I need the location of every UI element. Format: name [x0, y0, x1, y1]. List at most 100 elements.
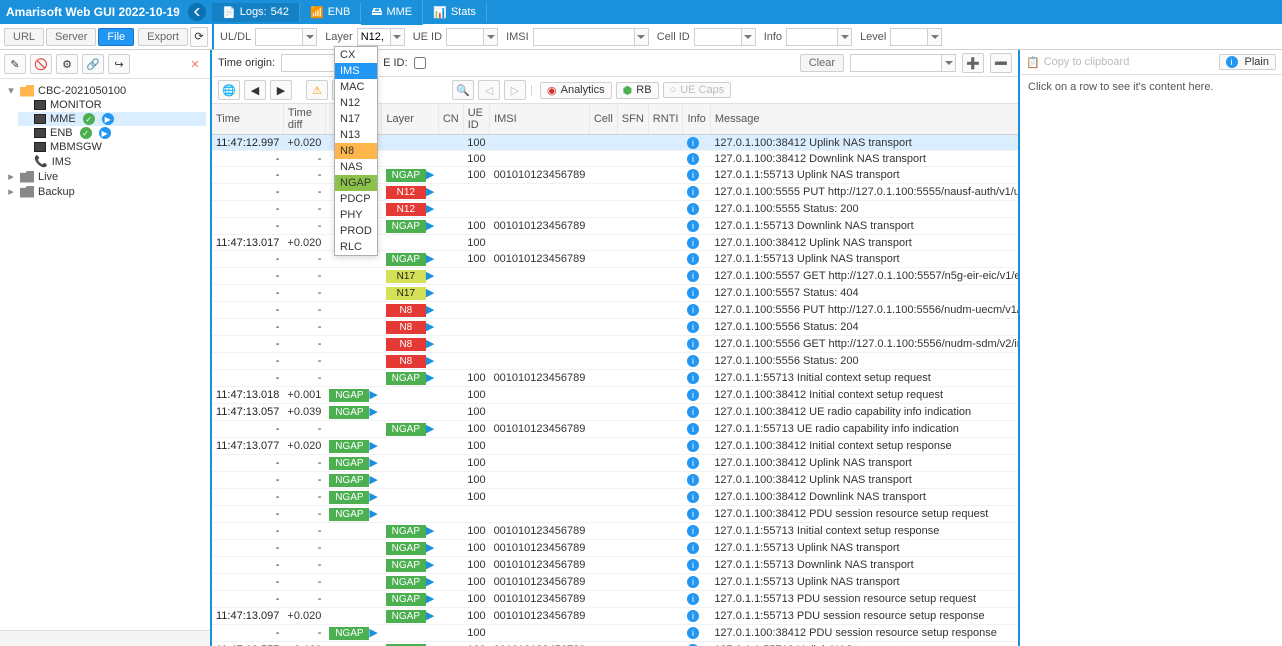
tree-enb[interactable]: ENB✓▶: [18, 126, 206, 140]
col-imsi[interactable]: IMSI: [490, 104, 590, 135]
log-row[interactable]: --NGAP▶100i127.0.1.100:38412 PDU session…: [212, 625, 1018, 642]
chevron-down-icon[interactable]: [741, 29, 755, 45]
clear-input[interactable]: [851, 57, 941, 69]
imsi-input[interactable]: [534, 31, 634, 43]
scrollbar[interactable]: [0, 630, 210, 646]
log-row[interactable]: 11:47:13.017+0.020▶100i127.0.1.100:38412…: [212, 235, 1018, 251]
col-sfn[interactable]: SFN: [617, 104, 648, 135]
log-row[interactable]: --N8▶i127.0.1.100:5556 GET http://127.0.…: [212, 336, 1018, 353]
tab-enb[interactable]: 📶 ENB: [300, 3, 361, 22]
log-row[interactable]: --N12▶i127.0.1.100:5555 Status: 200: [212, 201, 1018, 218]
chevron-down-icon[interactable]: [634, 29, 648, 45]
collapse-sidebar-button[interactable]: [188, 3, 206, 21]
chevron-down-icon[interactable]: [941, 55, 955, 71]
file-button[interactable]: File: [98, 28, 134, 46]
log-row[interactable]: 11:47:13.057+0.039NGAP▶100i127.0.1.100:3…: [212, 404, 1018, 421]
log-row[interactable]: --NGAP▶100i127.0.1.100:38412 Downlink NA…: [212, 489, 1018, 506]
layer-option-n12[interactable]: N12: [335, 95, 377, 111]
stop-icon[interactable]: 🚫: [30, 54, 52, 74]
layer-option-nas[interactable]: NAS: [335, 159, 377, 175]
tree-monitor[interactable]: MONITOR: [18, 98, 206, 112]
log-row[interactable]: --NGAP▶i127.0.1.100:38412 PDU session re…: [212, 506, 1018, 523]
log-row[interactable]: --N8▶i127.0.1.100:5556 PUT http://127.0.…: [212, 302, 1018, 319]
tree-mme[interactable]: MME✓▶: [18, 112, 206, 126]
uldl-input[interactable]: [256, 31, 302, 43]
chevron-down-icon[interactable]: [483, 29, 497, 45]
tree-mbmsgw[interactable]: MBMSGW: [18, 140, 206, 154]
col-info[interactable]: Info: [683, 104, 710, 135]
layer-option-rlc[interactable]: RLC: [335, 239, 377, 255]
col-cn[interactable]: CN: [438, 104, 463, 135]
info-combo[interactable]: [786, 28, 852, 46]
tree-root[interactable]: ▾CBC-2021050100: [4, 83, 206, 98]
log-row[interactable]: --NGAP▶100001010123456789i127.0.1.1:5571…: [212, 370, 1018, 387]
next-icon[interactable]: ▶: [270, 80, 292, 100]
url-button[interactable]: URL: [4, 28, 44, 46]
log-row[interactable]: --NGAP▶100001010123456789i127.0.1.1:5571…: [212, 421, 1018, 438]
remove-icon[interactable]: ➖: [990, 53, 1012, 73]
log-row[interactable]: --NGAP▶100001010123456789i127.0.1.1:5571…: [212, 251, 1018, 268]
uldl-combo[interactable]: [255, 28, 317, 46]
eid-checkbox[interactable]: [414, 57, 426, 69]
tab-stats[interactable]: 📊 Stats: [423, 3, 487, 22]
log-row[interactable]: --NGAP▶100001010123456789i127.0.1.1:5571…: [212, 574, 1018, 591]
analytics-button[interactable]: ◉Analytics: [540, 82, 612, 99]
ueid-combo[interactable]: [446, 28, 498, 46]
level-combo[interactable]: [890, 28, 942, 46]
log-row[interactable]: --NGAP▶100001010123456789i127.0.1.1:5571…: [212, 591, 1018, 608]
add-icon[interactable]: ➕: [962, 53, 984, 73]
chevron-down-icon[interactable]: [837, 29, 851, 45]
warning-icon[interactable]: ⚠: [306, 80, 328, 100]
log-row[interactable]: --N17▶i127.0.1.100:5557 Status: 404: [212, 285, 1018, 302]
prev-icon[interactable]: ◀: [244, 80, 266, 100]
log-row[interactable]: 11:47:13.097+0.020NGAP▶10000101012345678…: [212, 608, 1018, 625]
log-row[interactable]: --NGAP▶100001010123456789i127.0.1.1:5571…: [212, 557, 1018, 574]
tab-logs[interactable]: 📄 Logs: 542: [212, 3, 300, 22]
link-icon[interactable]: 🔗: [82, 54, 104, 74]
chevron-down-icon[interactable]: [927, 29, 941, 45]
tab-mme[interactable]: 🖴 MME: [361, 0, 423, 25]
rb-button[interactable]: ⬢RB: [616, 82, 659, 99]
log-row[interactable]: --N12▶i127.0.1.100:5555 PUT http://127.0…: [212, 184, 1018, 201]
clear-button[interactable]: Clear: [800, 54, 844, 72]
layer-option-prod[interactable]: PROD: [335, 223, 377, 239]
refresh-icon[interactable]: ⟳: [190, 27, 208, 47]
layer-option-ngap[interactable]: NGAP: [335, 175, 377, 191]
layer-option-mac[interactable]: MAC: [335, 79, 377, 95]
log-row[interactable]: --NGAP▶100001010123456789i127.0.1.1:5571…: [212, 218, 1018, 235]
layer-input[interactable]: [358, 31, 390, 43]
tree-backup[interactable]: ▸Backup: [4, 184, 206, 199]
log-row[interactable]: --NGAP▶100001010123456789i127.0.1.1:5571…: [212, 540, 1018, 557]
uecaps-button[interactable]: ○UE Caps: [663, 82, 732, 98]
log-row[interactable]: --N8▶i127.0.1.100:5556 Status: 204: [212, 319, 1018, 336]
log-row[interactable]: --N8▶i127.0.1.100:5556 Status: 200: [212, 353, 1018, 370]
server-button[interactable]: Server: [46, 28, 96, 46]
chevron-down-icon[interactable]: [390, 29, 404, 45]
clear-combo[interactable]: [850, 54, 956, 72]
export-button[interactable]: Export: [138, 28, 188, 46]
layer-combo[interactable]: [357, 28, 405, 46]
layer-option-n13[interactable]: N13: [335, 127, 377, 143]
cellid-combo[interactable]: [694, 28, 756, 46]
col-message[interactable]: Message: [710, 104, 1018, 135]
settings-icon[interactable]: ⚙: [56, 54, 78, 74]
log-row[interactable]: --NGAP▶100i127.0.1.100:38412 Uplink NAS …: [212, 472, 1018, 489]
layer-option-n8[interactable]: N8: [335, 143, 377, 159]
log-row[interactable]: --NGAP▶100001010123456789i127.0.1.1:5571…: [212, 167, 1018, 184]
search-icon[interactable]: 🔍: [452, 80, 474, 100]
log-row[interactable]: --N17▶i127.0.1.100:5557 GET http://127.0…: [212, 268, 1018, 285]
info-input[interactable]: [787, 31, 837, 43]
col-time[interactable]: Time: [212, 104, 283, 135]
action-icon[interactable]: ↪: [108, 54, 130, 74]
log-row[interactable]: 11:47:13.077+0.020NGAP▶100i127.0.1.100:3…: [212, 438, 1018, 455]
log-row[interactable]: --NGAP▶100i127.0.1.100:38412 Uplink NAS …: [212, 455, 1018, 472]
log-row[interactable]: 11:47:12.997+0.020▶100i127.0.1.100:38412…: [212, 135, 1018, 151]
col-layer[interactable]: Layer: [382, 104, 438, 135]
log-table[interactable]: TimeTime diffLayerCNUE IDIMSICellSFNRNTI…: [212, 104, 1018, 646]
chevron-down-icon[interactable]: [302, 29, 316, 45]
log-row[interactable]: --▶100i127.0.1.100:38412 Downlink NAS tr…: [212, 151, 1018, 167]
globe-icon[interactable]: 🌐: [218, 80, 240, 100]
copy-button[interactable]: 📋 Copy to clipboard: [1026, 56, 1129, 69]
layer-dropdown-list[interactable]: CXIMSMACN12N17N13N8NASNGAPPDCPPHYPRODRLC: [334, 46, 378, 256]
arrow-right-icon[interactable]: ▷: [504, 80, 526, 100]
